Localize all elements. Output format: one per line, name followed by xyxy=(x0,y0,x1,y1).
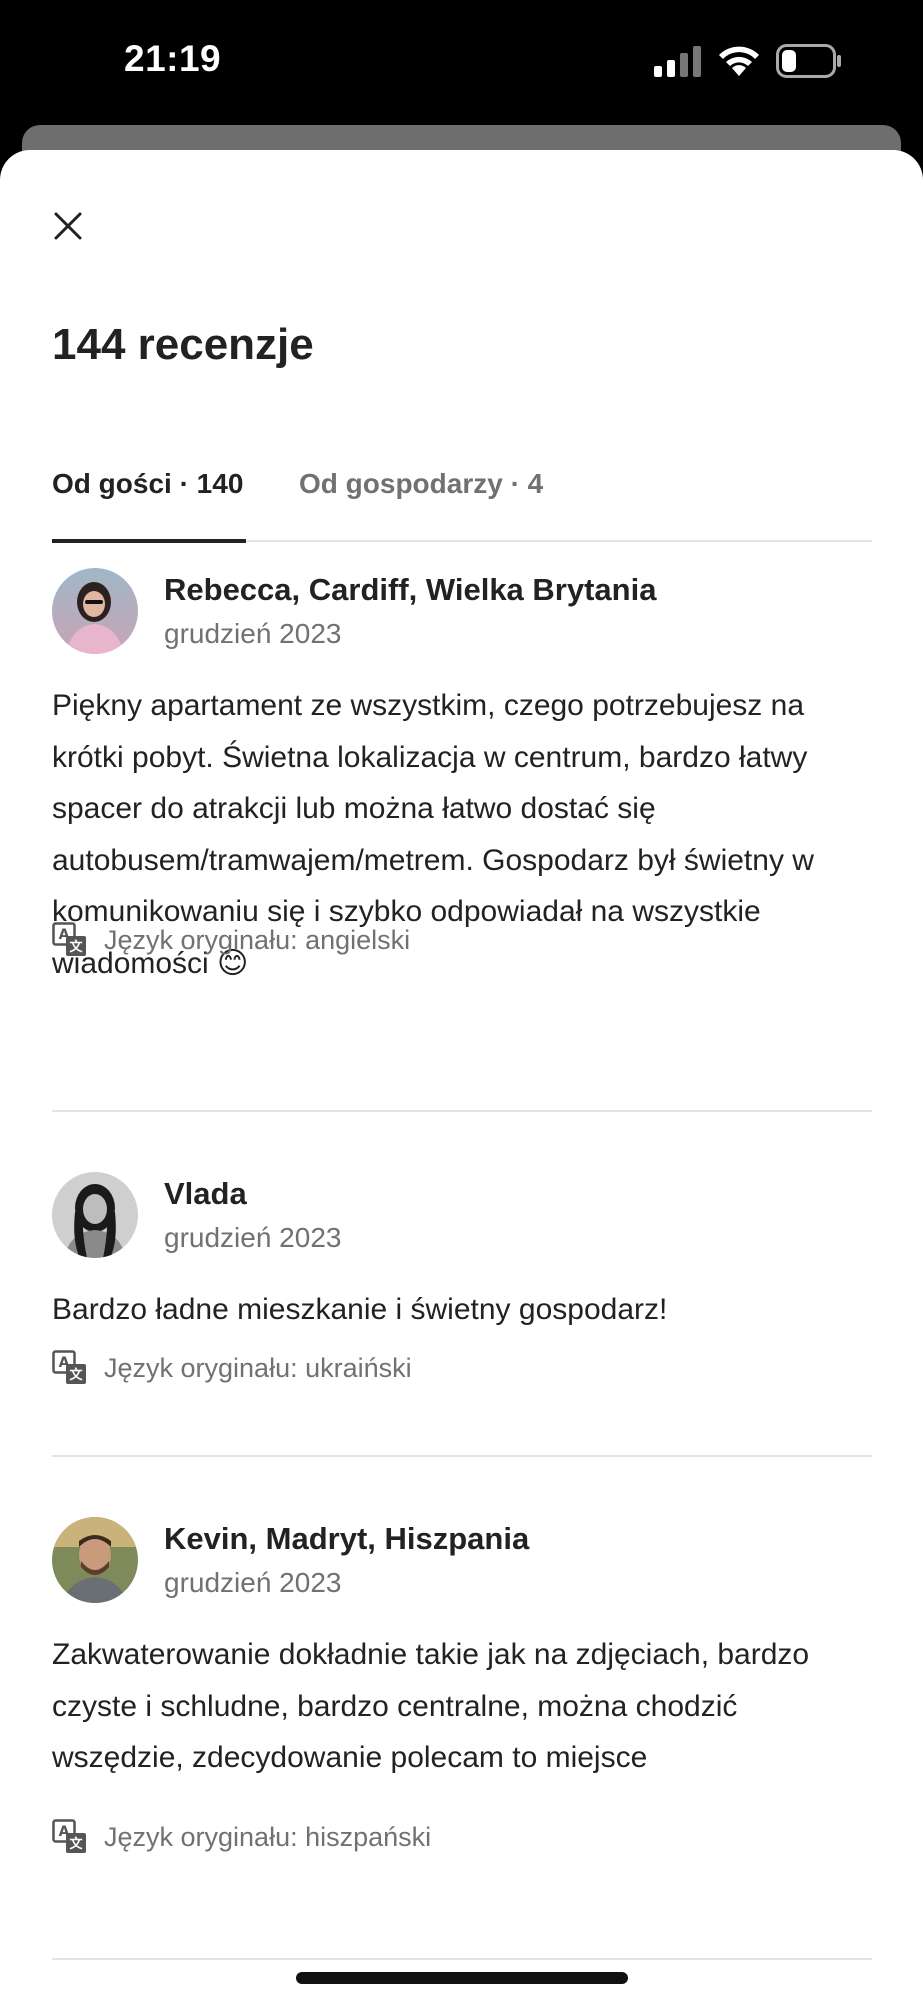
translate-icon: A 文 xyxy=(52,922,86,956)
review-date: grudzień 2023 xyxy=(164,618,342,649)
original-language-label: Język oryginału: angielski xyxy=(104,924,411,955)
original-language: A 文 Język oryginału: hiszpański xyxy=(52,1817,431,1857)
original-language: A 文 Język oryginału: angielski xyxy=(52,920,410,960)
divider xyxy=(52,1958,872,1960)
translate-icon: A 文 xyxy=(52,1819,86,1853)
review-item: Rebecca, Cardiff, Wielka Brytania grudzi… xyxy=(52,568,872,980)
active-tab-indicator xyxy=(52,539,246,543)
review-text: Zakwaterowanie dokładnie takie jak na zd… xyxy=(52,1638,810,1774)
page-title: 144 recenzje xyxy=(52,320,314,369)
home-indicator[interactable] xyxy=(296,1972,628,1984)
svg-text:文: 文 xyxy=(69,1367,83,1383)
divider xyxy=(52,1455,872,1457)
review-text: Bardzo ładne mieszkanie i świetny gospod… xyxy=(52,1293,668,1326)
review-item: Vlada grudzień 2023 Bardzo ładne mieszka… xyxy=(52,1172,872,1384)
svg-text:文: 文 xyxy=(69,1836,83,1852)
avatar[interactable] xyxy=(52,568,138,654)
reviewer-name: Vlada xyxy=(164,1176,247,1211)
tab-from-hosts[interactable]: Od gospodarzy · 4 xyxy=(299,468,543,500)
divider xyxy=(52,1110,872,1112)
reviews-modal: 144 recenzje Od gości · 140 Od gospodarz… xyxy=(0,150,923,2000)
wifi-icon xyxy=(719,46,759,76)
tab-from-guests[interactable]: Od gości · 140 xyxy=(52,468,243,500)
battery-icon xyxy=(776,44,841,78)
translate-icon: A 文 xyxy=(52,1350,86,1384)
avatar[interactable] xyxy=(52,1517,138,1603)
original-language-label: Język oryginału: ukraiński xyxy=(104,1352,412,1383)
close-icon xyxy=(54,212,82,240)
reviewer-name: Rebecca, Cardiff, Wielka Brytania xyxy=(164,572,657,607)
status-time: 21:19 xyxy=(124,38,222,79)
avatar[interactable] xyxy=(52,1172,138,1258)
cellular-signal-icon xyxy=(654,46,701,77)
review-tabs: Od gości · 140 Od gospodarzy · 4 xyxy=(52,450,872,543)
original-language: A 文 Język oryginału: ukraiński xyxy=(52,1348,412,1388)
svg-text:文: 文 xyxy=(69,939,83,955)
close-button[interactable] xyxy=(40,198,96,254)
review-date: grudzień 2023 xyxy=(164,1567,342,1598)
reviewer-name: Kevin, Madryt, Hiszpania xyxy=(164,1521,530,1556)
review-date: grudzień 2023 xyxy=(164,1222,342,1253)
original-language-label: Język oryginału: hiszpański xyxy=(104,1821,432,1852)
status-bar: 21:19 xyxy=(0,0,923,125)
review-item: Kevin, Madryt, Hiszpania grudzień 2023 Z… xyxy=(52,1517,872,1853)
